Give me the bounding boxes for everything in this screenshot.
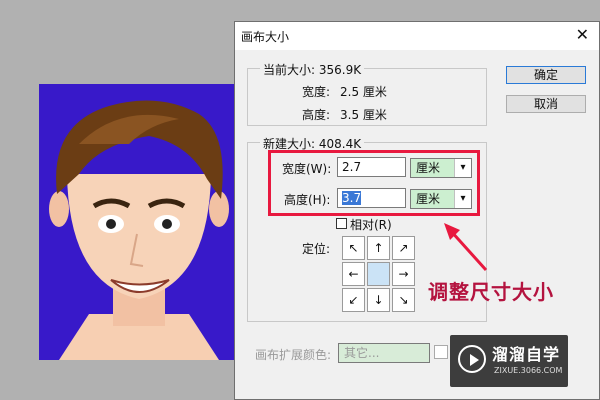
extension-color-select[interactable]: 其它... <box>338 343 430 363</box>
cancel-button[interactable]: 取消 <box>506 95 586 113</box>
close-icon[interactable]: ✕ <box>576 25 589 44</box>
current-width-label: 宽度: <box>302 85 331 99</box>
extension-color-swatch[interactable] <box>434 345 448 359</box>
anchor-left[interactable]: ← <box>342 262 365 286</box>
annotation-arrow-icon <box>444 223 488 272</box>
anchor-bottom-left[interactable]: ↙ <box>342 288 365 312</box>
watermark-url: ZIXUE.3066.COM <box>494 366 563 375</box>
anchor-bottom-right[interactable]: ↘ <box>392 288 415 312</box>
current-width-value: 2.5 厘米 <box>340 85 387 99</box>
relative-label: 相对(R) <box>350 218 392 232</box>
anchor-top-right[interactable]: ↗ <box>392 236 415 260</box>
annotation-text: 调整尺寸大小 <box>428 280 554 304</box>
ok-button[interactable]: 确定 <box>506 66 586 84</box>
anchor-label: 定位: <box>302 242 331 256</box>
watermark-name: 溜溜自学 <box>492 345 561 364</box>
anchor-grid: ↖ ↑ ↗ ← → ↙ ↓ ↘ <box>342 236 416 312</box>
cartoon-face-illustration <box>39 84 239 360</box>
current-size-label: 当前大小: 356.9K <box>260 61 365 78</box>
anchor-top-left[interactable]: ↖ <box>342 236 365 260</box>
play-logo-icon <box>458 345 486 373</box>
relative-checkbox[interactable] <box>336 218 347 229</box>
extension-color-value: 其它... <box>344 346 380 360</box>
highlight-box <box>268 150 480 216</box>
title-bar: 画布大小 ✕ <box>235 22 599 50</box>
current-height-value: 3.5 厘米 <box>340 108 387 122</box>
anchor-bottom[interactable]: ↓ <box>367 288 390 312</box>
dialog-title: 画布大小 <box>241 30 290 44</box>
anchor-top[interactable]: ↑ <box>367 236 390 260</box>
current-height-label: 高度: <box>302 108 331 122</box>
extension-color-label: 画布扩展颜色: <box>255 348 332 362</box>
anchor-right[interactable]: → <box>392 262 415 286</box>
anchor-center[interactable] <box>367 262 390 286</box>
canvas-image <box>39 84 239 360</box>
watermark: 溜溜自学 ZIXUE.3066.COM <box>450 335 568 387</box>
